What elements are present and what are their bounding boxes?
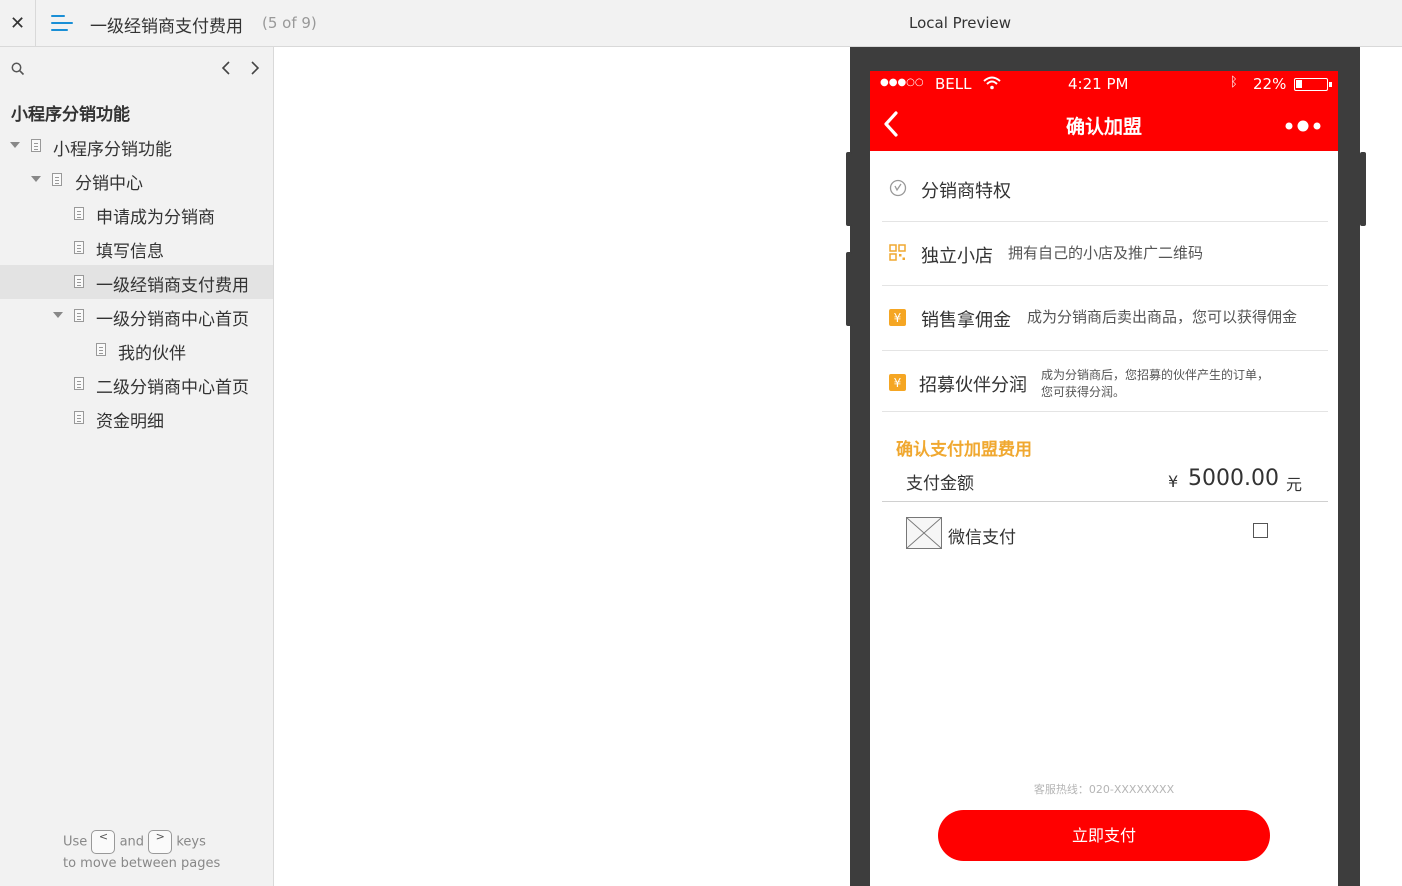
- qrcode-icon: [889, 244, 906, 261]
- tree-item-my-partners[interactable]: 我的伙伴: [0, 333, 273, 367]
- keyboard-hint-line2: to move between pages: [63, 856, 221, 871]
- more-dots-icon[interactable]: [1283, 119, 1323, 133]
- privilege-desc: 拥有自己的小店及推广二维码: [1008, 244, 1204, 262]
- bluetooth-icon: ᛒ: [1230, 75, 1238, 90]
- battery-level: [1296, 80, 1302, 88]
- wifi-icon: [983, 76, 1001, 90]
- prev-key-icon: <: [91, 830, 116, 854]
- phone-side-button: [846, 152, 852, 226]
- hint-and: and: [119, 834, 145, 850]
- tree-item-label: 我的伙伴: [118, 344, 186, 364]
- preview-label: Local Preview: [909, 14, 1012, 32]
- close-button[interactable]: ✕: [0, 0, 36, 46]
- privilege-title: 销售拿佣金: [921, 310, 1011, 331]
- keyboard-hint: Use < and > keys: [63, 830, 206, 854]
- amount-row: 支付金额 ¥ 5000.00 元: [882, 459, 1328, 502]
- phone-screen: ●●●○○ BELL 4:21 PM ᛒ 22% 确认加盟 分销商特权 独立小店…: [870, 71, 1338, 886]
- privilege-row: 独立小店 拥有自己的小店及推广二维码: [882, 222, 1328, 286]
- privilege-desc-line1: 成为分销商后，您招募的伙伴产生的订单，: [1041, 368, 1270, 382]
- page-icon: [52, 173, 62, 186]
- page-icon: [74, 275, 84, 288]
- sitemap-sidebar: 小程序分销功能 小程序分销功能 分销中心 申请成为分销商 填写信息 一级经销商支…: [0, 47, 274, 886]
- tree-item-label: 申请成为分销商: [96, 208, 215, 228]
- search-icon[interactable]: [11, 62, 25, 76]
- status-bar: ●●●○○ BELL 4:21 PM ᛒ 22%: [870, 71, 1338, 97]
- privileges-header: 分销商特权: [921, 181, 1011, 202]
- status-time: 4:21 PM: [1068, 75, 1129, 93]
- svg-text:¥: ¥: [894, 311, 902, 325]
- phone-side-button: [1360, 152, 1366, 226]
- privileges-header-row: 分销商特权: [882, 157, 1328, 222]
- sitemap-toggle-icon[interactable]: [51, 13, 73, 33]
- tree-item-label: 一级分销商中心首页: [96, 310, 249, 330]
- yen-icon: ¥: [889, 309, 906, 326]
- privilege-row: ¥ 招募伙伴分润 成为分销商后，您招募的伙伴产生的订单， 您可获得分润。: [882, 351, 1328, 412]
- tree-item-label: 二级分销商中心首页: [96, 378, 249, 398]
- privilege-title: 独立小店: [921, 246, 993, 267]
- tree-item-label: 小程序分销功能: [53, 140, 172, 160]
- tree-item-level1-home[interactable]: 一级分销商中心首页: [0, 299, 273, 333]
- caret-down-icon[interactable]: [53, 312, 63, 318]
- chevron-left-icon[interactable]: [219, 59, 233, 77]
- tree-item-level2-home[interactable]: 二级分销商中心首页: [0, 367, 273, 401]
- project-title: 小程序分销功能: [11, 105, 130, 125]
- tree-item-mini-program[interactable]: 小程序分销功能: [0, 129, 273, 163]
- tree-item-label: 一级经销商支付费用: [96, 276, 249, 296]
- pay-now-button[interactable]: 立即支付: [938, 810, 1270, 861]
- privilege-title: 招募伙伴分润: [919, 375, 1027, 396]
- tree-item-funds-detail[interactable]: 资金明细: [0, 401, 273, 435]
- badge-icon: [889, 179, 907, 197]
- phone-side-button: [846, 252, 852, 326]
- tree-item-label: 分销中心: [75, 174, 143, 194]
- yen-icon: ¥: [889, 374, 906, 391]
- tree-item-distribution-center[interactable]: 分销中心: [0, 163, 273, 197]
- hint-keys: keys: [176, 834, 206, 850]
- page-icon: [74, 241, 84, 254]
- battery-icon: [1294, 78, 1332, 91]
- tree-item-label: 填写信息: [96, 242, 164, 262]
- battery-percent: 22%: [1253, 75, 1287, 93]
- payment-method-row[interactable]: 微信支付: [882, 503, 1328, 563]
- tree-item-level1-payment[interactable]: 一级经销商支付费用: [0, 265, 273, 299]
- payment-method-label: 微信支付: [948, 528, 1016, 548]
- currency-symbol: ¥: [1168, 472, 1179, 491]
- page-count: (5 of 9): [262, 14, 317, 32]
- hotline-text: 客服热线：020-XXXXXXXX: [1033, 783, 1175, 796]
- page-icon: [96, 343, 106, 356]
- page-icon: [74, 377, 84, 390]
- privilege-row: ¥ 销售拿佣金 成为分销商后卖出商品，您可以获得佣金: [882, 286, 1328, 351]
- section-title: 确认支付加盟费用: [896, 440, 1032, 460]
- chevron-right-icon[interactable]: [248, 59, 262, 77]
- nav-bar: 确认加盟: [870, 97, 1338, 151]
- wechat-pay-image-placeholder-icon: [906, 517, 942, 549]
- page-icon: [74, 309, 84, 322]
- amount-unit: 元: [1286, 475, 1303, 494]
- privilege-desc: 成为分销商后卖出商品，您可以获得佣金: [1027, 308, 1298, 326]
- caret-down-icon[interactable]: [10, 142, 20, 148]
- nav-title: 确认加盟: [1065, 116, 1142, 138]
- signal-icon: ●●●○○: [880, 77, 924, 88]
- page-tree: 小程序分销功能 分销中心 申请成为分销商 填写信息 一级经销商支付费用 一级分销…: [0, 129, 273, 435]
- page-icon: [74, 411, 84, 424]
- top-bar: ✕ 一级经销商支付费用 (5 of 9) Local Preview: [0, 0, 1402, 47]
- amount-value: 5000.00: [1188, 466, 1279, 491]
- page-icon: [31, 139, 41, 152]
- next-key-icon: >: [148, 830, 173, 854]
- tree-item-apply-distributor[interactable]: 申请成为分销商: [0, 197, 273, 231]
- amount-label: 支付金额: [906, 474, 974, 494]
- tree-item-label: 资金明细: [96, 412, 164, 432]
- caret-down-icon[interactable]: [31, 176, 41, 182]
- privilege-desc-line2: 您可获得分润。: [1041, 385, 1126, 399]
- hint-use: Use: [63, 834, 88, 850]
- page-icon: [74, 207, 84, 220]
- carrier-label: BELL: [935, 75, 972, 93]
- svg-text:¥: ¥: [894, 376, 902, 390]
- tree-item-fill-info[interactable]: 填写信息: [0, 231, 273, 265]
- payment-method-checkbox[interactable]: [1253, 523, 1268, 538]
- page-title: 一级经销商支付费用: [90, 17, 243, 37]
